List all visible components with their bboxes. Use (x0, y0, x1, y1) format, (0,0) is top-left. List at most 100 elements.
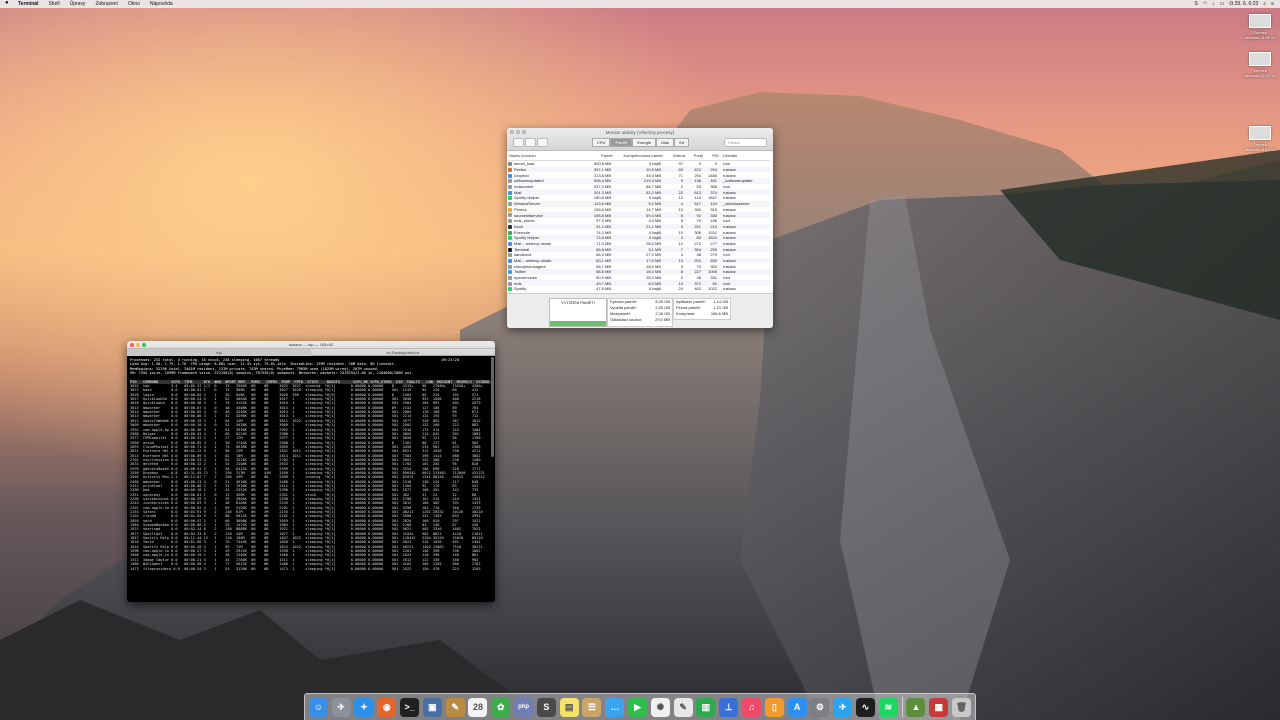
table-cell: 24 (678, 286, 683, 292)
activity-monitor-titlebar[interactable]: Monitor aktivity (Všechny procesy) CPU P… (507, 128, 773, 151)
desktop-screenshot-file[interactable]: Snímek obrazov...4.09.14 (1240, 126, 1280, 152)
calendar-icon[interactable]: 28 (468, 697, 488, 717)
table-cell: 402 (694, 286, 701, 292)
process-icon (508, 281, 512, 286)
gear-icon[interactable] (537, 138, 548, 147)
process-table: Název procesu Paměť Komprimovaná paměť V… (508, 151, 770, 292)
terminal-title: ruslanz — top — 183×62 (288, 342, 334, 347)
system-preferences-icon[interactable]: ⚙ (810, 697, 830, 717)
column-header[interactable]: Uživatel (720, 151, 770, 161)
column-header[interactable]: PID (704, 151, 720, 161)
activity-monitor-window: Monitor aktivity (Všechny procesy) CPU P… (507, 128, 773, 328)
menu-shell[interactable]: Shell (43, 1, 64, 7)
dock-separator (901, 697, 903, 717)
activity-monitor-tabs: CPU Paměť Energie Disk Síť (592, 138, 690, 147)
facetime-icon[interactable]: ▶ (628, 697, 648, 717)
xcode-folder-icon[interactable]: ▲ (906, 697, 926, 717)
screenshot-thumbnail-icon (1249, 126, 1271, 140)
top-process-row: 1488 WiFiAgent 0.0 00:00.98 4 1 77 5612K… (130, 562, 481, 567)
twitter-icon[interactable]: ✈ (833, 697, 853, 717)
top-process-row: 2633 deleted 0.0 00:00.12 2 1 34 2108K 0… (130, 462, 479, 467)
tab-energy[interactable]: Energie (632, 138, 657, 147)
terminal-tab[interactable]: top (127, 348, 311, 356)
safari-icon[interactable]: ✦ (354, 697, 374, 717)
menu-help[interactable]: Nápověda (145, 1, 178, 7)
messages-icon[interactable]: … (605, 697, 625, 717)
tab-network[interactable]: Síť (673, 138, 690, 147)
column-header[interactable]: Porty (686, 151, 704, 161)
column-header[interactable]: Paměť (582, 151, 614, 161)
stickies-icon[interactable]: ▤ (559, 697, 579, 717)
photos-icon[interactable]: ✺ (650, 697, 670, 717)
table-row[interactable]: Spotify 47,8 MB 0 bajtů 24 402 1022 ruslanz (508, 286, 770, 292)
menu-clock[interactable]: čt 29. 6. 6:23 (1229, 1, 1258, 7)
trash-icon[interactable]: 🗑 (952, 697, 971, 717)
spotlight-icon[interactable]: ⌕ (1263, 1, 1266, 7)
memory-pressure-label: VYTÍŽENÍ PAMĚTI (561, 300, 595, 305)
terminal-tab[interactable]: cd Desktop/test.txt (311, 348, 495, 356)
process-icon (508, 241, 512, 246)
tab-disk[interactable]: Disk (656, 138, 674, 147)
search-input[interactable]: Hledat (724, 138, 767, 147)
dock: ☺ ✈ ✦ ◉ >_ ▣ ✎ 28 ✿ php S ▤ ☰… ▶ ✺ ✎ ▥ ⊥ ♫ ▯ A ⚙ ✈ ∿ ≋ ▲ ▦ 🗑 (304, 693, 976, 720)
appstore-icon[interactable]: A (787, 697, 807, 717)
terminal-icon[interactable]: >_ (400, 697, 420, 717)
column-header[interactable]: Vlákna (664, 151, 686, 161)
desktop-screenshot-file[interactable]: Snímek obrazov...9.06.10 (1240, 14, 1280, 40)
finder-icon[interactable]: ☺ (308, 697, 328, 717)
apple-menu-icon[interactable]: ● (5, 0, 9, 6)
top-process-row: 2831 Evernote Hel 0.0 00:01.12 5 2 90 22… (130, 449, 481, 454)
process-icon (508, 264, 512, 269)
table-cell: ruslanz (723, 286, 736, 292)
notes-icon[interactable]: ✎ (445, 697, 465, 717)
column-header[interactable]: Název procesu (508, 151, 582, 161)
memory-stats-detail: Aplikační paměť: 1,14 GB Pevná paměť: 1,21 … (673, 298, 731, 320)
process-icon (508, 258, 512, 263)
downloads-stack-icon[interactable]: ▦ (929, 697, 949, 717)
skype-icon[interactable]: S (1194, 1, 1197, 7)
process-icon (508, 219, 512, 224)
desktop-screenshot-file[interactable]: Snímek obrazov...2.02.15 (1240, 52, 1280, 78)
numbers-icon[interactable]: ▥ (696, 697, 716, 717)
volume-icon[interactable]: ♪ (1212, 1, 1215, 7)
php-icon[interactable]: php (514, 697, 534, 717)
preview-icon[interactable]: ▣ (422, 697, 442, 717)
sublime-icon[interactable]: S (536, 697, 556, 717)
spotify-icon[interactable]: ≋ (878, 697, 898, 717)
firefox-icon[interactable]: ◉ (377, 697, 397, 717)
evernote-icon[interactable]: ✿ (491, 697, 511, 717)
close-process-button[interactable] (513, 138, 524, 147)
menu-extras: S ◠ ♪ ▭ čt 29. 6. 6:23 ⌕ ≡ (1194, 0, 1274, 8)
menu-window[interactable]: Okno (123, 1, 145, 7)
itunes-icon[interactable]: ♫ (742, 697, 762, 717)
process-icon (508, 276, 512, 281)
terminal-scrollbar[interactable] (491, 357, 494, 457)
battery-icon[interactable]: ▭ (1220, 1, 1225, 7)
keynote-icon[interactable]: ⊥ (719, 697, 739, 717)
process-icon (508, 224, 512, 229)
textedit-icon[interactable]: ✎ (673, 697, 693, 717)
column-header[interactable]: Komprimovaná paměť (614, 151, 664, 161)
menu-edit[interactable]: Úpravy (65, 1, 91, 7)
ibooks-icon[interactable]: ▯ (764, 697, 784, 717)
tab-memory[interactable]: Paměť (610, 138, 633, 147)
screenshot-thumbnail-icon (1249, 52, 1271, 66)
activity-monitor-icon[interactable]: ∿ (856, 697, 876, 717)
process-icon (508, 190, 512, 195)
tab-cpu[interactable]: CPU (592, 138, 611, 147)
process-icon (508, 287, 512, 292)
menu-bar: ● Terminál Shell Úpravy Zobrazení Okno N… (0, 0, 1280, 8)
memory-pressure-fill (550, 321, 606, 326)
process-icon (508, 185, 512, 190)
menu-view[interactable]: Zobrazení (90, 1, 123, 7)
process-icon (508, 230, 512, 235)
stat-label: Komprese: (676, 311, 696, 316)
terminal-titlebar[interactable]: ruslanz — top — 183×62 top cd Desktop/te… (127, 341, 495, 356)
terminal-output[interactable]: Processes: 252 total, 4 running, 16 stuc… (127, 356, 495, 602)
launchpad-icon[interactable]: ✈ (331, 697, 351, 717)
wifi-icon[interactable]: ◠ (1203, 1, 1207, 7)
inspect-process-button[interactable] (525, 138, 536, 147)
top-process-row: 3009 mdworker 0.0 00:00.10 4 0 52 5028K … (130, 423, 479, 428)
notification-center-icon[interactable]: ≡ (1271, 1, 1274, 7)
contacts-icon[interactable]: ☰ (582, 697, 602, 717)
